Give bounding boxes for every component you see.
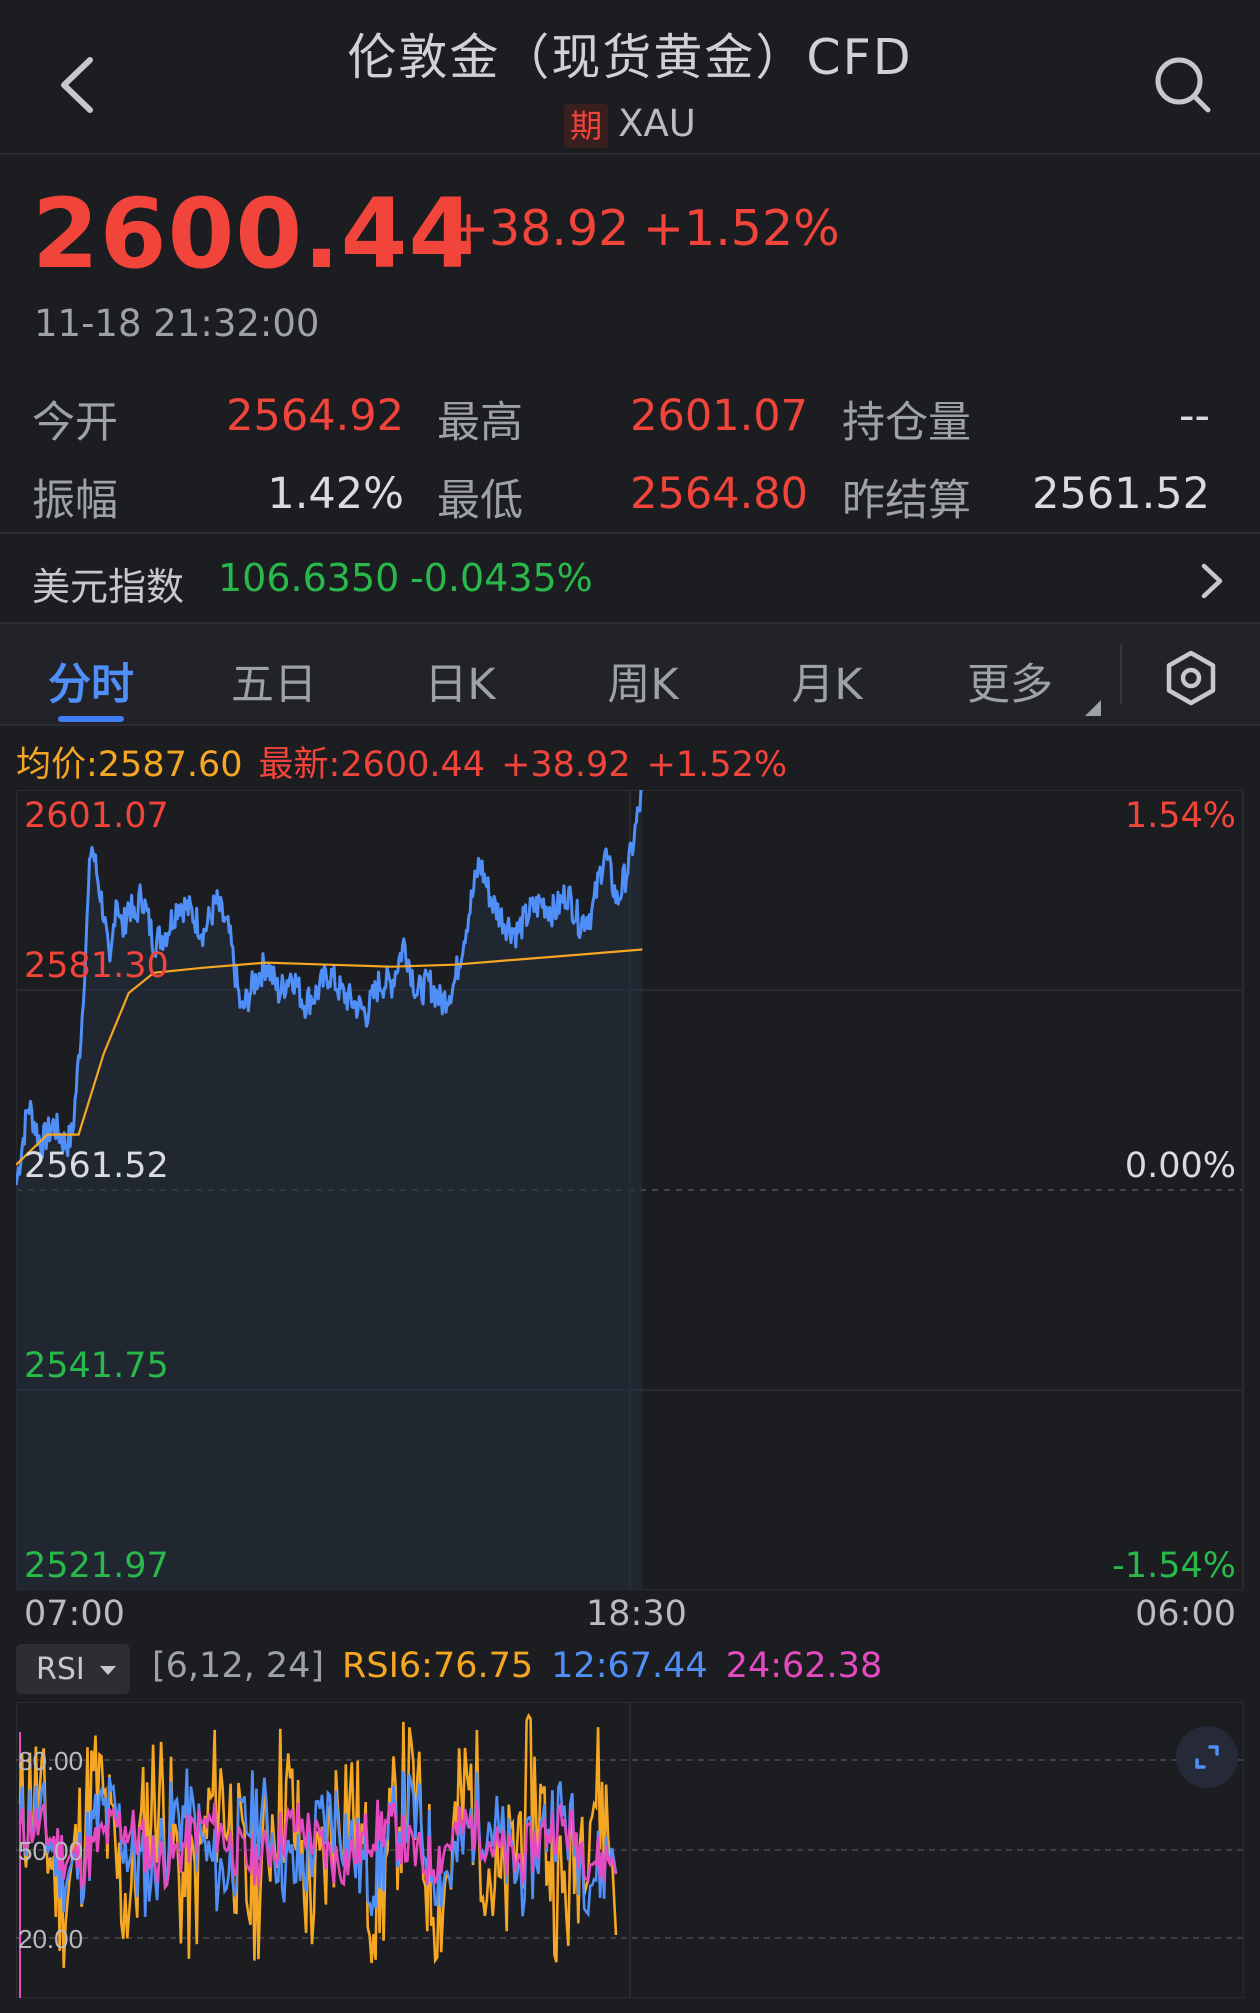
y-tick-label: 2581.30 bbox=[24, 946, 169, 986]
rsi24-value: 24:62.38 bbox=[725, 1646, 883, 1686]
avg-price-text: 均价:2587.60 bbox=[16, 745, 243, 785]
rsi12-value: 12:67.44 bbox=[551, 1646, 708, 1686]
prev-settle-label: 昨结算 bbox=[842, 476, 971, 526]
tab-divider bbox=[1120, 644, 1122, 704]
futures-badge: 期 bbox=[564, 103, 609, 148]
open-label: 今开 bbox=[32, 398, 118, 448]
search-icon[interactable] bbox=[1150, 52, 1216, 118]
rsi-chart[interactable]: 80.00 50.00 20.00 bbox=[16, 1702, 1244, 1998]
chart-change-pct-text: +1.52% bbox=[646, 745, 788, 785]
last-price: 2600.44 bbox=[32, 178, 477, 290]
x-tick-label: 06:00 bbox=[1135, 1594, 1236, 1634]
pct-tick-label: 0.00% bbox=[1124, 1146, 1236, 1186]
indicator-selector-label: RSI bbox=[36, 1652, 85, 1687]
latest-price-text: 最新:2600.44 bbox=[258, 745, 486, 785]
rsi6-value: RSI6:76.75 bbox=[342, 1646, 534, 1686]
open-interest-label: 持仓量 bbox=[842, 398, 971, 448]
rsi-values-line: [6,12, 24] RSI6:76.75 12:67.44 24:62.38 bbox=[152, 1646, 900, 1686]
y-tick-label: 2521.97 bbox=[24, 1546, 169, 1586]
usd-index-value: 106.6350 bbox=[218, 556, 400, 600]
y-tick-label: 2541.75 bbox=[24, 1346, 169, 1386]
low-label: 最低 bbox=[437, 476, 523, 526]
tab-more[interactable]: 更多 bbox=[935, 650, 1085, 712]
intraday-chart[interactable] bbox=[16, 790, 1244, 1590]
chevron-right-icon bbox=[1201, 563, 1223, 599]
top-bar: 伦敦金（现货黄金）CFD 期 XAU bbox=[0, 0, 1260, 155]
tab-weekly-k[interactable]: 周K bbox=[568, 650, 718, 712]
chart-info-line: 均价:2587.60 最新:2600.44 +38.92 +1.52% bbox=[16, 736, 803, 787]
usd-index-change: -0.0435% bbox=[410, 556, 593, 600]
symbol-code: XAU bbox=[618, 102, 696, 145]
rsi-level-label: 50.00 bbox=[18, 1836, 83, 1866]
low-value: 2564.80 bbox=[630, 469, 808, 519]
open-interest-value: -- bbox=[1178, 391, 1210, 441]
y-tick-label: 2561.52 bbox=[24, 1146, 169, 1186]
expand-icon[interactable] bbox=[1176, 1726, 1238, 1788]
indicator-selector[interactable]: RSI bbox=[16, 1644, 130, 1694]
x-tick-label: 07:00 bbox=[24, 1594, 125, 1634]
tab-intraday[interactable]: 分时 bbox=[16, 650, 166, 712]
high-label: 最高 bbox=[437, 398, 523, 448]
symbol-subtitle: 期 XAU bbox=[0, 102, 1260, 148]
caret-down-icon bbox=[100, 1666, 116, 1675]
prev-settle-value: 2561.52 bbox=[1032, 469, 1210, 519]
chart-change-text: +38.92 bbox=[501, 745, 631, 785]
y-tick-label: 2601.07 bbox=[24, 796, 169, 836]
tab-five-day[interactable]: 五日 bbox=[199, 650, 349, 712]
pct-tick-label: -1.54% bbox=[1112, 1546, 1236, 1586]
price-change: +38.92 bbox=[448, 200, 630, 257]
tab-monthly-k[interactable]: 月K bbox=[752, 650, 902, 712]
settings-icon[interactable] bbox=[1163, 650, 1219, 706]
tab-daily-k[interactable]: 日K bbox=[385, 650, 535, 712]
amplitude-value: 1.42% bbox=[267, 469, 404, 519]
usd-index-row[interactable]: 美元指数 106.6350 -0.0435% bbox=[0, 532, 1260, 624]
x-tick-label: 18:30 bbox=[586, 1594, 687, 1634]
quote-timestamp: 11-18 21:32:00 bbox=[34, 302, 320, 345]
usd-index-label: 美元指数 bbox=[32, 565, 185, 609]
rsi-params: [6,12, 24] bbox=[152, 1646, 325, 1686]
period-tabs: 分时 五日 日K 周K 月K 更多 bbox=[0, 624, 1260, 726]
pct-tick-label: 1.54% bbox=[1124, 796, 1236, 836]
rsi-level-label: 80.00 bbox=[18, 1746, 83, 1776]
active-tab-indicator bbox=[58, 716, 124, 722]
page-title: 伦敦金（现货黄金）CFD bbox=[347, 29, 913, 86]
high-value: 2601.07 bbox=[630, 391, 808, 441]
rsi-level-label: 20.00 bbox=[18, 1924, 83, 1954]
amplitude-label: 振幅 bbox=[32, 476, 118, 526]
open-value: 2564.92 bbox=[226, 391, 404, 441]
more-dropdown-indicator bbox=[1085, 700, 1101, 716]
price-change-percent: +1.52% bbox=[643, 200, 840, 257]
